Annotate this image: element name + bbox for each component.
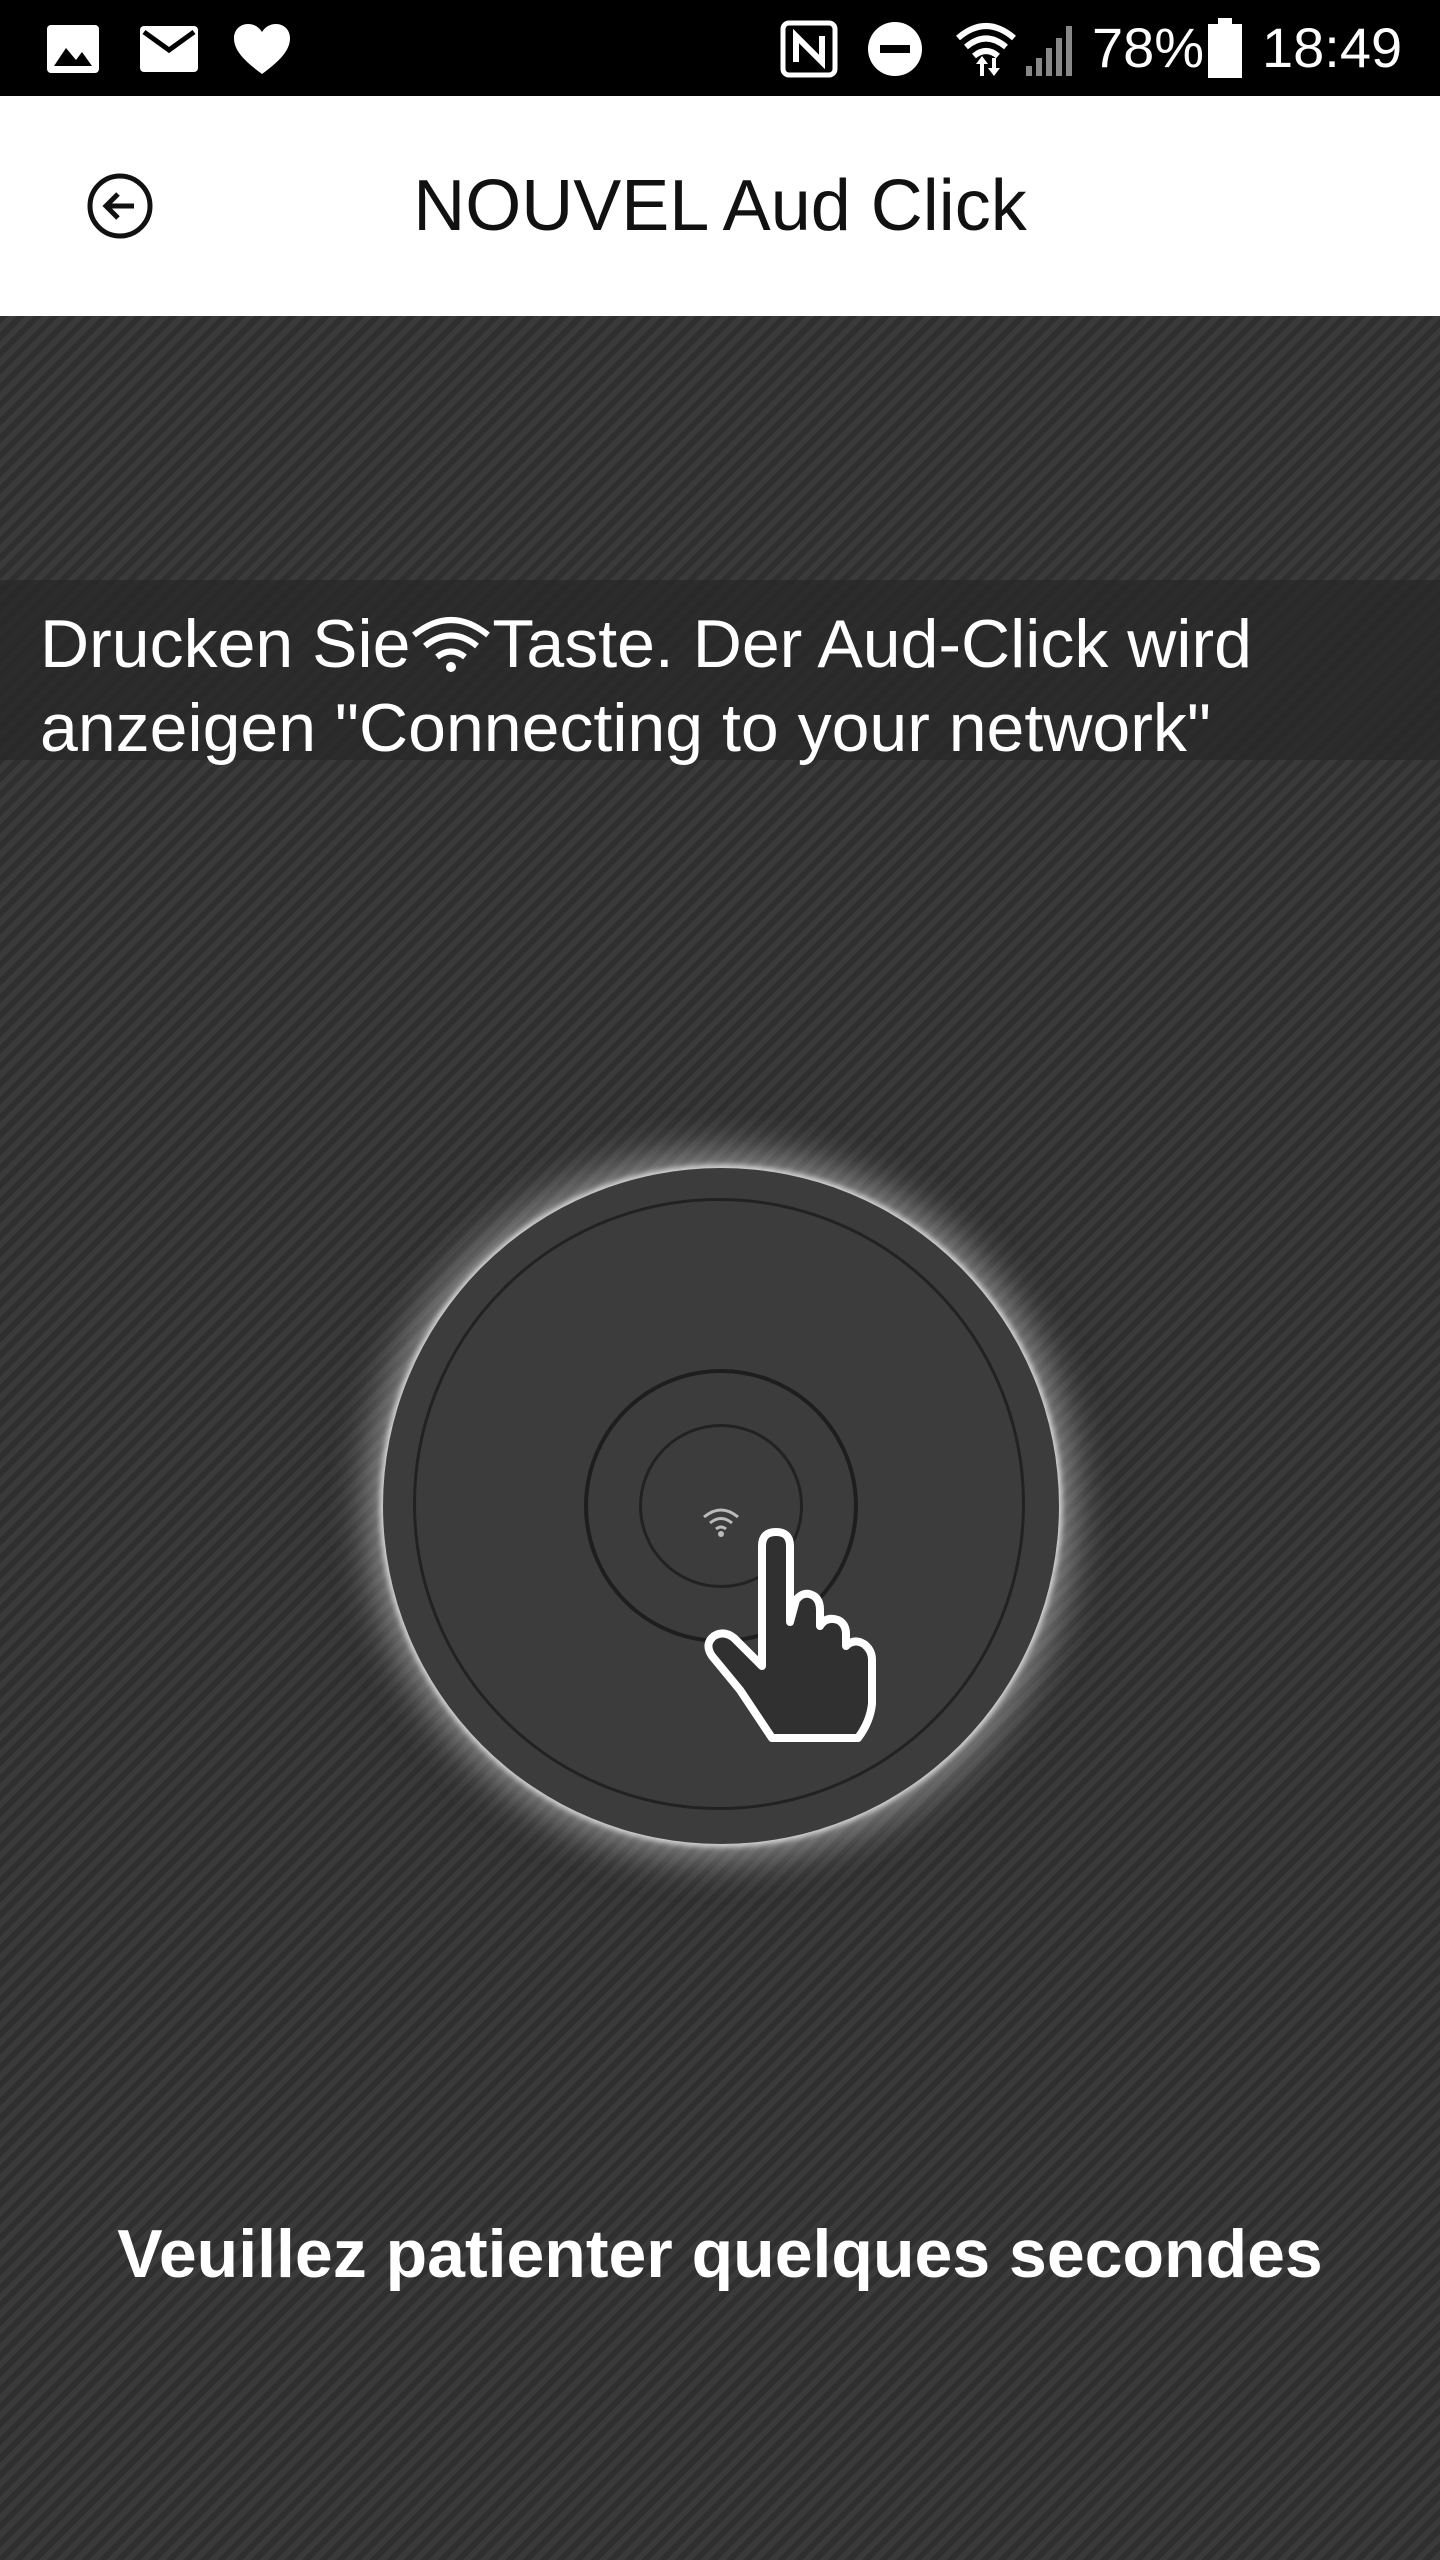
wait-message: Veuillez patienter quelques secondes bbox=[117, 2216, 1323, 2292]
gallery-icon bbox=[47, 25, 99, 73]
main-content: Drucken Sie Taste. Der Aud-Click wird an… bbox=[0, 316, 1440, 2560]
status-bar: 78% 18:49 bbox=[0, 0, 1440, 96]
do-not-disturb-icon bbox=[868, 22, 922, 76]
page-title: NOUVEL Aud Click bbox=[413, 166, 1027, 246]
signal-icon bbox=[1026, 26, 1072, 76]
clock: 18:49 bbox=[1262, 16, 1403, 79]
battery-percent: 78% bbox=[1092, 16, 1205, 79]
wifi-icon bbox=[412, 617, 491, 672]
battery-icon bbox=[1208, 18, 1242, 78]
nfc-icon bbox=[780, 20, 838, 78]
heart-icon bbox=[234, 24, 290, 74]
instruction-text-before: Drucken Sie bbox=[40, 606, 411, 682]
instruction-text: Drucken Sie Taste. Der Aud-Click wird an… bbox=[40, 602, 1420, 770]
mail-icon bbox=[140, 26, 198, 72]
instruction-banner: Drucken Sie Taste. Der Aud-Click wird an… bbox=[0, 580, 1440, 766]
hand-pointer-icon bbox=[704, 1528, 876, 1742]
app-bar: NOUVEL Aud Click bbox=[0, 96, 1440, 316]
wifi-icon bbox=[956, 23, 1016, 76]
